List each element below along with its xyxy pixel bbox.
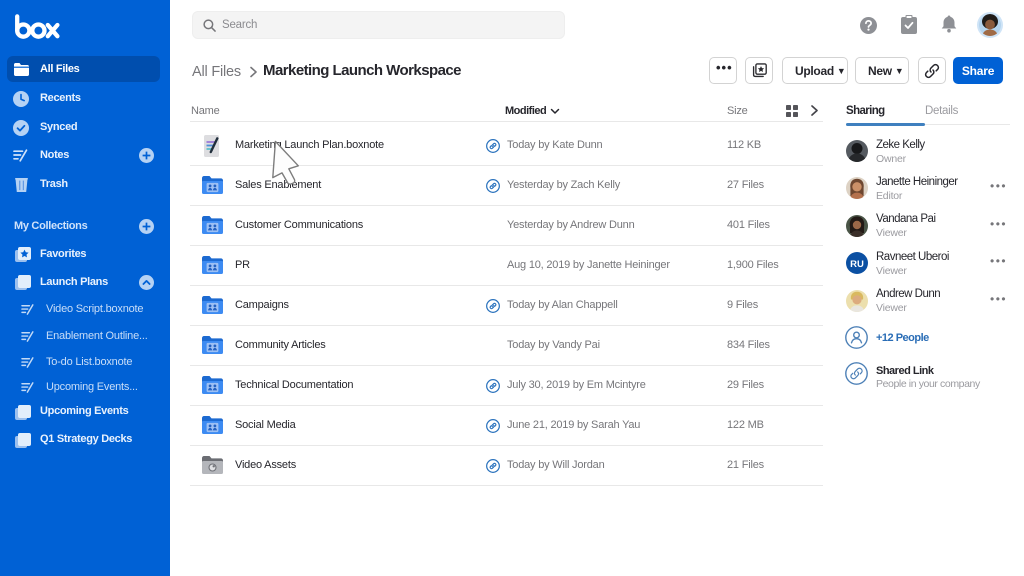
svg-text:RU: RU	[850, 259, 864, 270]
